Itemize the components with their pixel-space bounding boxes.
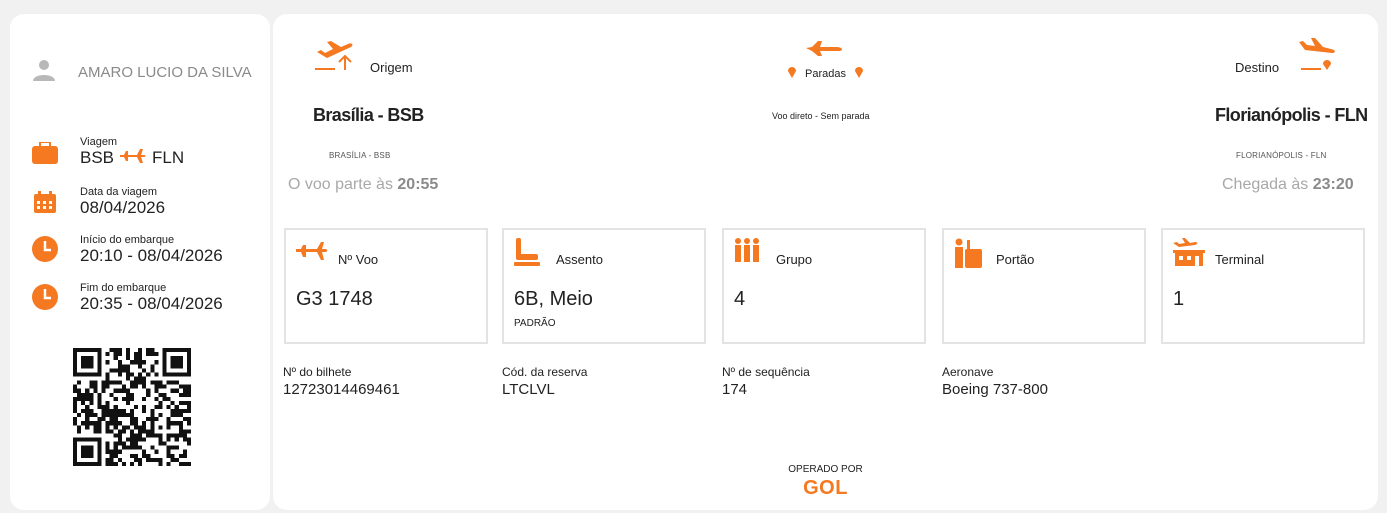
departure-time: 20:55 xyxy=(397,176,439,193)
boarding-start-value: 20:10 - 08/04/2026 xyxy=(80,246,223,265)
group-box: Grupo 4 xyxy=(722,228,926,344)
boarding-end-row: Fim do embarque 20:35 - 08/04/2026 xyxy=(32,282,223,314)
plane-takeoff-icon xyxy=(315,38,355,77)
ticket-value: 12723014469461 xyxy=(283,381,400,398)
gate-label: Portão xyxy=(996,252,1035,267)
dest-label: Destino xyxy=(1235,60,1280,75)
plane-landing-icon xyxy=(1297,38,1337,77)
group-value: 4 xyxy=(734,288,746,310)
pin-icon xyxy=(854,65,863,83)
seat-value: 6B, Meio xyxy=(514,288,593,310)
reservation-value: LTCLVL xyxy=(502,381,555,398)
origin-label: Origem xyxy=(370,60,413,75)
pin-icon xyxy=(788,65,796,83)
sequence-label: Nº de sequência xyxy=(722,365,810,379)
arrival-prefix: Chegada às xyxy=(1222,176,1309,193)
plane-icon xyxy=(120,148,146,168)
seat-label: Assento xyxy=(556,252,603,267)
plane-icon xyxy=(296,242,328,265)
qr-code-icon xyxy=(73,348,191,466)
flight-number-box: Nº Voo G3 1748 xyxy=(284,228,488,344)
terminal-box: Terminal 1 xyxy=(1161,228,1365,344)
clock-icon xyxy=(32,236,58,262)
boarding-start-row: Início do embarque 20:10 - 08/04/2026 xyxy=(32,234,223,266)
trip-route: BSB FLN xyxy=(80,148,184,168)
group-label: Grupo xyxy=(776,252,813,267)
operated-by: OPERADO POR GOL xyxy=(273,464,1378,500)
user-icon xyxy=(32,58,56,87)
trip-to-code: FLN xyxy=(152,148,185,167)
departure-prefix: O voo parte às xyxy=(288,176,393,193)
stops-label: Paradas xyxy=(805,68,846,80)
passenger-row: AMARO LUCIO DA SILVA xyxy=(32,58,252,87)
departure-time-line: O voo parte às 20:55 xyxy=(288,176,438,194)
ticket-label: Nº do bilhete xyxy=(283,365,352,379)
flight-number-value: G3 1748 xyxy=(296,288,373,310)
reservation-label: Cód. da reserva xyxy=(502,365,588,379)
arrival-time: 23:20 xyxy=(1312,176,1354,193)
operated-label: OPERADO POR xyxy=(788,464,863,475)
trip-label: Viagem xyxy=(80,136,118,148)
seat-icon xyxy=(514,238,540,271)
trip-route-row: Viagem BSB FLN xyxy=(32,136,184,168)
sequence-value: 174 xyxy=(722,381,748,398)
terminal-label: Terminal xyxy=(1215,252,1265,267)
origin-city: Brasília - BSB xyxy=(313,105,424,125)
seat-box: Assento 6B, Meio PADRÃO xyxy=(502,228,706,344)
passenger-name: AMARO LUCIO DA SILVA xyxy=(78,64,252,81)
flight-number-label: Nº Voo xyxy=(338,252,379,267)
arrival-time-line: Chegada às 23:20 xyxy=(1222,176,1354,194)
dest-city: Florianópolis - FLN xyxy=(1215,105,1368,125)
aircraft-label: Aeronave xyxy=(942,365,994,379)
boarding-pass-card: Origem Brasília - BSB BRASÍLIA - BSB O v… xyxy=(273,14,1378,510)
seat-class: PADRÃO xyxy=(514,318,556,329)
aircraft-detail: Aeronave Boeing 737-800 xyxy=(942,365,1048,398)
boarding-end-value: 20:35 - 08/04/2026 xyxy=(80,294,223,313)
reservation-detail: Cód. da reserva LTCLVL xyxy=(502,365,587,398)
boarding-end-label: Fim do embarque xyxy=(80,282,167,294)
aircraft-value: Boeing 737-800 xyxy=(942,381,1048,398)
date-label: Data da viagem xyxy=(80,186,158,198)
destination-header: Destino xyxy=(1235,38,1335,78)
ticket-detail: Nº do bilhete 12723014469461 xyxy=(283,365,400,398)
origin-city-small: BRASÍLIA - BSB xyxy=(329,151,391,160)
boarding-start-label: Início do embarque xyxy=(80,234,175,246)
date-value: 08/04/2026 xyxy=(80,198,166,217)
plane-icon xyxy=(806,40,844,61)
group-icon xyxy=(734,238,760,267)
passenger-card: AMARO LUCIO DA SILVA Viagem BSB FLN Data… xyxy=(10,14,270,510)
gate-box: Portão xyxy=(942,228,1146,344)
terminal-value: 1 xyxy=(1173,288,1185,310)
trip-from-code: BSB xyxy=(80,148,115,167)
stops-row: Paradas xyxy=(788,65,863,83)
trip-date-row: Data da viagem 08/04/2026 xyxy=(32,186,165,218)
stops-text: Voo direto - Sem parada xyxy=(772,111,870,121)
gol-logo: GOL xyxy=(803,477,848,499)
clock-icon xyxy=(32,284,58,310)
terminal-icon xyxy=(1173,238,1205,271)
dest-city-small: FLORIANÓPOLIS - FLN xyxy=(1236,151,1327,160)
gate-icon xyxy=(954,238,982,273)
calendar-icon xyxy=(32,189,58,215)
sequence-detail: Nº de sequência 174 xyxy=(722,365,810,398)
suitcase-icon xyxy=(32,140,58,166)
